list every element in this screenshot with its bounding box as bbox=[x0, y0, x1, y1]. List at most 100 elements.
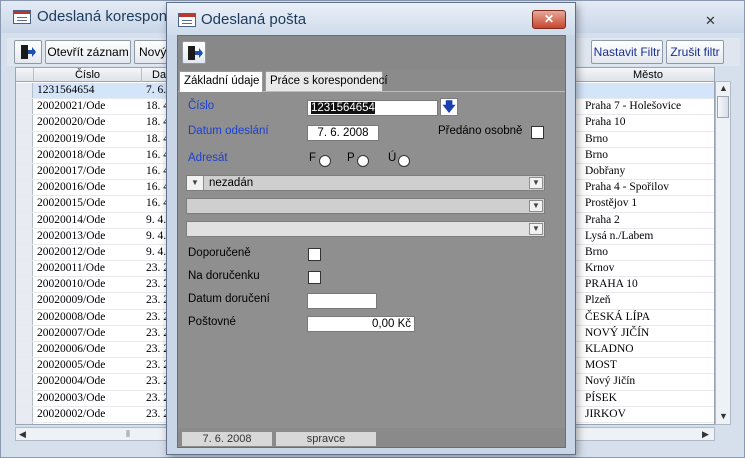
cell-cislo: 20020013/Ode bbox=[37, 229, 106, 242]
adresat-lookup-button[interactable]: ▼ bbox=[187, 176, 204, 190]
tab-zakladni-udaje[interactable]: Základní údaje bbox=[179, 71, 263, 92]
chevron-down-icon: ▼ bbox=[532, 201, 540, 210]
adresat-radio-p[interactable] bbox=[357, 155, 369, 167]
predano-osobne-checkbox[interactable] bbox=[531, 126, 544, 139]
status-date: 7. 6. 2008 bbox=[182, 432, 272, 446]
datum-doruceni-field[interactable] bbox=[307, 293, 377, 309]
label-datum-odeslani: Datum odeslání bbox=[188, 125, 269, 137]
combo-3[interactable]: ▼ bbox=[186, 221, 545, 237]
combo-2[interactable]: ▼ bbox=[186, 198, 545, 214]
exit-door-icon bbox=[20, 44, 36, 60]
row-selector[interactable] bbox=[16, 325, 33, 341]
row-selector[interactable] bbox=[16, 147, 33, 163]
cell-mesto: Krnov bbox=[585, 262, 615, 275]
label-predano-osobne: Předáno osobně bbox=[438, 125, 523, 137]
cislo-field-value: 1231564654 bbox=[311, 102, 375, 114]
adresat-combo-value: nezadán bbox=[209, 177, 254, 189]
row-selector[interactable] bbox=[16, 293, 33, 309]
na-dorucenku-checkbox[interactable] bbox=[308, 271, 321, 284]
set-filter-button[interactable]: Nastavit Filtr bbox=[591, 40, 663, 64]
adresat-combo-dropdown[interactable]: ▼ bbox=[529, 177, 543, 189]
tab-panel-zakladni-udaje: Číslo 1231564654 🡇 Datum odeslání 7. 6. … bbox=[178, 91, 565, 428]
cell-datum: 7. 6. bbox=[146, 84, 167, 96]
row-selector[interactable] bbox=[16, 309, 33, 325]
cell-cislo: 20020010/Ode bbox=[37, 278, 106, 291]
adresat-combo[interactable]: ▼ nezadán ▼ bbox=[186, 175, 545, 191]
adresat-radio-f[interactable] bbox=[319, 155, 331, 167]
row-selector[interactable] bbox=[16, 244, 33, 261]
cell-cislo: 20020020/Ode bbox=[37, 116, 106, 129]
row-selector[interactable] bbox=[16, 115, 33, 131]
cell-cislo: 20020003/Ode bbox=[37, 391, 106, 404]
label-radio-p: P bbox=[347, 152, 355, 164]
open-record-button[interactable]: Otevřít záznam bbox=[45, 40, 131, 64]
cell-cislo: 20020017/Ode bbox=[37, 164, 106, 177]
generate-number-button[interactable]: 🡇 bbox=[440, 98, 458, 116]
scroll-up-icon[interactable]: ▲ bbox=[719, 82, 728, 94]
row-selector[interactable] bbox=[16, 228, 33, 244]
dialog-close-button[interactable]: ✕ bbox=[532, 10, 566, 29]
exit-button[interactable] bbox=[14, 40, 42, 64]
row-selector[interactable] bbox=[16, 196, 33, 212]
row-selector[interactable] bbox=[16, 163, 33, 180]
row-selector[interactable] bbox=[16, 261, 33, 277]
new-record-button[interactable]: Nový bbox=[134, 40, 170, 64]
combo-2-dropdown[interactable]: ▼ bbox=[529, 200, 543, 212]
column-header-cislo[interactable]: Číslo bbox=[34, 68, 142, 82]
combo-3-dropdown[interactable]: ▼ bbox=[529, 223, 543, 235]
cislo-field[interactable]: 1231564654 bbox=[307, 100, 438, 116]
scroll-right-icon[interactable]: ▶ bbox=[702, 428, 709, 440]
cell-mesto: Praha 2 bbox=[585, 213, 620, 226]
column-header-mesto[interactable]: Město bbox=[581, 68, 714, 82]
cell-cislo: 20020014/Ode bbox=[37, 213, 106, 226]
row-selector[interactable] bbox=[16, 406, 33, 422]
row-selector[interactable] bbox=[16, 99, 33, 115]
status-user: spravce bbox=[276, 432, 376, 446]
cell-mesto: NOVÝ JIČÍN bbox=[585, 326, 650, 339]
cell-mesto: PRAHA 10 bbox=[585, 278, 638, 291]
postovne-field[interactable]: 0,00 Kč bbox=[307, 316, 415, 332]
cell-cislo: 20020004/Ode bbox=[37, 375, 106, 388]
cell-cislo: 1231564654 bbox=[37, 84, 95, 96]
scroll-down-icon[interactable]: ▼ bbox=[719, 410, 728, 422]
row-selector[interactable] bbox=[16, 131, 33, 147]
dialog-title: Odeslaná pošta bbox=[201, 11, 307, 28]
cell-mesto: MOST bbox=[585, 359, 617, 372]
scroll-left-icon[interactable]: ◀ bbox=[19, 428, 26, 440]
row-selector-header[interactable] bbox=[16, 68, 34, 82]
cell-mesto: Brno bbox=[585, 148, 608, 161]
cell-cislo: 20020011/Ode bbox=[37, 262, 105, 275]
arrow-down-icon: 🡇 bbox=[442, 99, 456, 114]
cell-mesto: Praha 4 - Spořilov bbox=[585, 181, 670, 194]
close-icon[interactable]: ✕ bbox=[705, 13, 716, 29]
row-selector[interactable] bbox=[16, 277, 33, 293]
label-na-dorucenku: Na doručenku bbox=[188, 270, 260, 282]
tab-prace-s-korespondenci[interactable]: Práce s korespondencí bbox=[265, 71, 388, 91]
row-selector[interactable] bbox=[16, 212, 33, 228]
scroll-grip-icon[interactable]: ⦀ bbox=[126, 428, 130, 440]
cell-cislo: 20020002/Ode bbox=[37, 407, 106, 420]
form-app-icon bbox=[178, 13, 196, 27]
cell-mesto: Nový Jičín bbox=[585, 375, 636, 388]
vertical-scrollbar[interactable]: ▲ ▼ bbox=[715, 81, 731, 425]
cell-cislo: 20020012/Ode bbox=[37, 245, 106, 258]
row-selector[interactable] bbox=[16, 180, 33, 196]
dialog-status-bar: 7. 6. 2008 spravce bbox=[178, 431, 565, 447]
doporucene-checkbox[interactable] bbox=[308, 248, 321, 261]
row-selector[interactable] bbox=[16, 422, 33, 424]
clear-filter-button[interactable]: Zrušit filtr bbox=[666, 40, 724, 64]
datum-odeslani-field[interactable]: 7. 6. 2008 bbox=[307, 125, 379, 141]
row-selector[interactable] bbox=[16, 83, 33, 99]
cell-cislo: 20020015/Ode bbox=[37, 197, 106, 210]
row-selector[interactable] bbox=[16, 374, 33, 390]
cell-cislo: 20020008/Ode bbox=[37, 310, 106, 323]
vertical-scroll-thumb[interactable] bbox=[717, 96, 729, 118]
row-selector[interactable] bbox=[16, 342, 33, 358]
row-selector[interactable] bbox=[16, 390, 33, 406]
adresat-radio-u[interactable] bbox=[398, 155, 410, 167]
form-app-icon bbox=[13, 10, 31, 24]
row-selector[interactable] bbox=[16, 358, 33, 374]
cell-mesto: Brno bbox=[585, 132, 608, 145]
dialog-exit-button[interactable] bbox=[182, 41, 206, 64]
cell-datum: 9. 4. bbox=[146, 213, 167, 226]
